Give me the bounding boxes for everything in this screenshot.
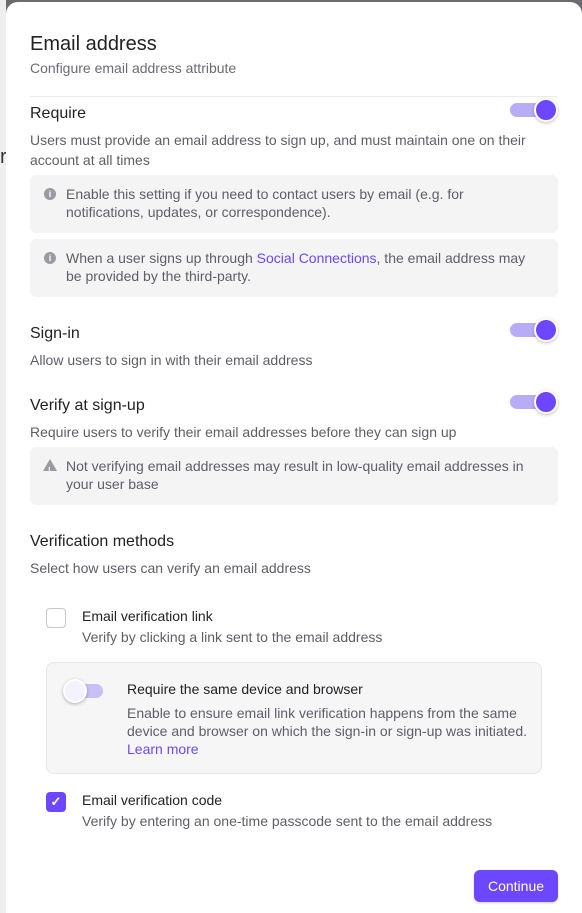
check-icon: ✓ xyxy=(50,794,62,809)
signin-toggle[interactable] xyxy=(510,318,558,342)
email-address-modal: Email address Configure email address at… xyxy=(6,2,582,913)
header-divider xyxy=(30,96,558,97)
email-link-description: Verify by clicking a link sent to the em… xyxy=(82,629,383,645)
signin-description: Allow users to sign in with their email … xyxy=(30,352,313,368)
toggle-knob xyxy=(63,679,87,703)
warning-icon: ! xyxy=(43,459,57,475)
info-icon: i xyxy=(44,188,56,200)
verify-warning-text: Not verifying email addresses may result… xyxy=(66,458,524,492)
social-connections-link[interactable]: Social Connections xyxy=(257,250,377,266)
require-info-callout: i Enable this setting if you need to con… xyxy=(30,175,558,233)
social-info-text-before: When a user signs up through xyxy=(66,250,257,266)
require-description: Users must provide an email address to s… xyxy=(30,132,526,168)
verify-toggle[interactable] xyxy=(510,390,558,414)
modal-title: Email address xyxy=(30,33,157,55)
verify-title: Verify at sign-up xyxy=(30,397,145,414)
same-device-card: Require the same device and browser Enab… xyxy=(46,662,542,774)
email-link-checkbox[interactable] xyxy=(46,608,66,628)
email-link-title: Email verification link xyxy=(82,608,213,624)
same-device-title: Require the same device and browser xyxy=(127,681,363,697)
modal-subtitle: Configure email address attribute xyxy=(30,60,237,76)
verify-warning-callout: ! Not verifying email addresses may resu… xyxy=(30,447,558,505)
toggle-knob xyxy=(534,318,558,342)
require-title: Require xyxy=(30,105,87,122)
same-device-description: Enable to ensure email link verification… xyxy=(127,704,531,758)
toggle-knob xyxy=(534,390,558,414)
require-info-text: Enable this setting if you need to conta… xyxy=(66,186,464,220)
methods-title: Verification methods xyxy=(30,533,175,550)
signin-title: Sign-in xyxy=(30,325,80,342)
same-device-toggle[interactable] xyxy=(63,679,109,703)
continue-button[interactable]: Continue xyxy=(474,870,558,902)
same-device-description-text: Enable to ensure email link verification… xyxy=(127,705,527,739)
require-toggle[interactable] xyxy=(510,98,558,122)
toggle-knob xyxy=(534,98,558,122)
methods-description: Select how users can verify an email add… xyxy=(30,560,311,576)
email-code-checkbox[interactable]: ✓ xyxy=(46,792,66,812)
social-info-callout: i When a user signs up through Social Co… xyxy=(30,239,558,297)
info-icon: i xyxy=(44,252,56,264)
email-code-description: Verify by entering an one-time passcode … xyxy=(82,813,493,829)
verify-description: Require users to verify their email addr… xyxy=(30,424,457,440)
learn-more-link[interactable]: Learn more xyxy=(127,741,199,757)
email-code-title: Email verification code xyxy=(82,792,223,808)
